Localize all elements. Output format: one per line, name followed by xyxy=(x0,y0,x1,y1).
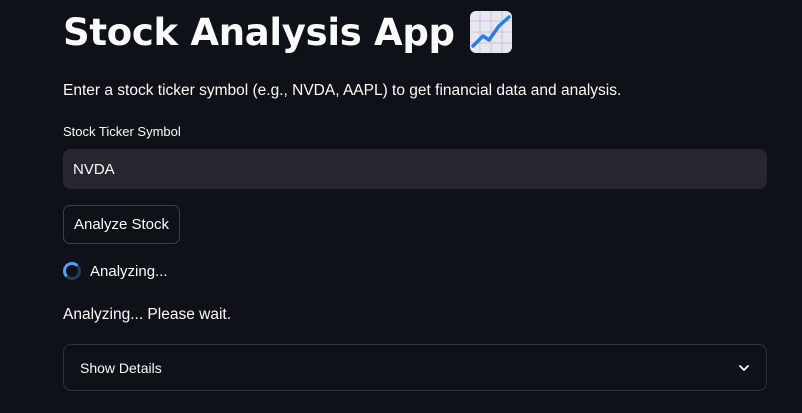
analyze-stock-button[interactable]: Analyze Stock xyxy=(63,205,180,244)
spinner-text: Analyzing... xyxy=(90,262,168,280)
spinner-icon xyxy=(63,262,81,280)
status-message: Analyzing... Please wait. xyxy=(63,306,232,323)
ticker-field-label: Stock Ticker Symbol xyxy=(63,124,181,139)
loading-indicator: Analyzing... xyxy=(63,262,168,280)
page-title-text: Stock Analysis App xyxy=(63,10,455,54)
page-title: Stock Analysis App xyxy=(63,10,513,54)
intro-text: Enter a stock ticker symbol (e.g., NVDA,… xyxy=(63,82,622,99)
chart-increasing-icon xyxy=(469,11,512,53)
chevron-down-icon xyxy=(739,364,749,371)
expander-label: Show Details xyxy=(80,359,162,376)
ticker-input[interactable] xyxy=(63,149,767,189)
app-main: Stock Analysis App Enter a stock ticker … xyxy=(0,0,802,413)
show-details-expander[interactable]: Show Details xyxy=(63,344,767,391)
